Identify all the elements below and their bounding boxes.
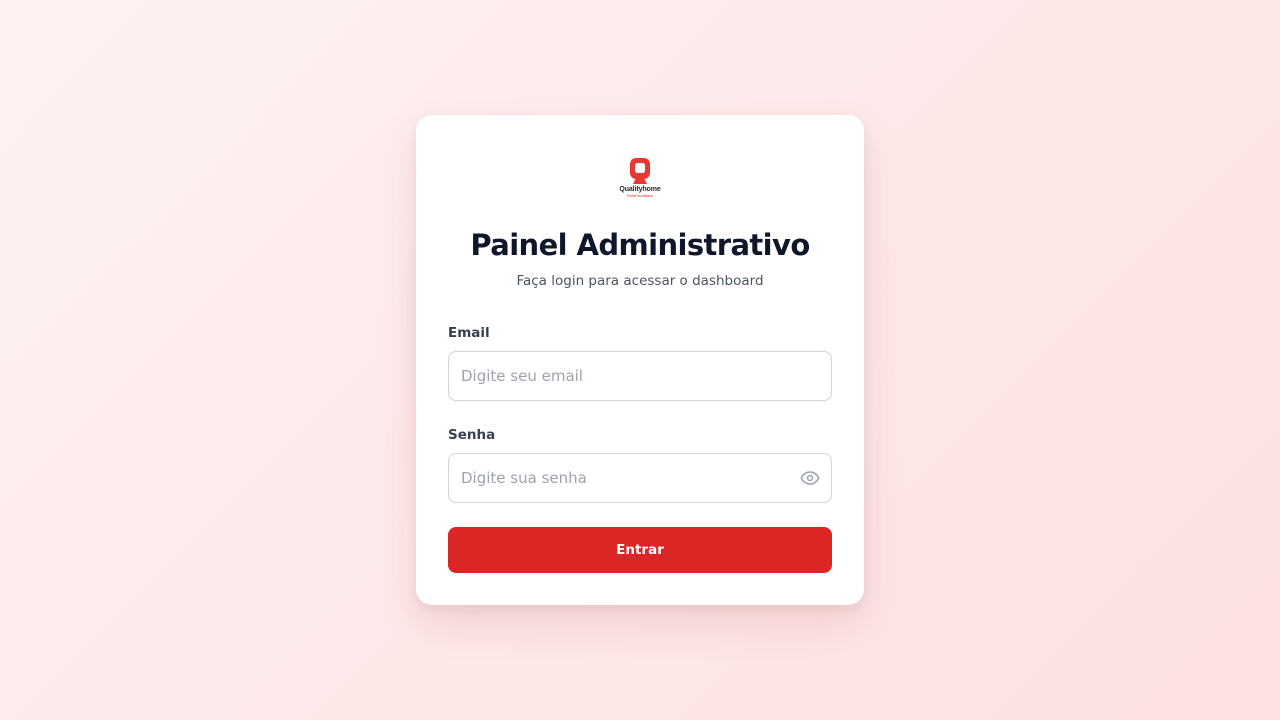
page-title: Painel Administrativo: [470, 228, 810, 262]
toggle-password-visibility-button[interactable]: [799, 467, 821, 489]
brand-tagline: Portal Imobiliário: [626, 194, 654, 198]
password-label: Senha: [448, 427, 496, 443]
brand-logo: Qualityhome Portal Imobiliário: [610, 157, 670, 201]
email-field-wrapper: [448, 351, 832, 401]
email-input[interactable]: [449, 352, 831, 400]
login-card: Qualityhome Portal Imobiliário Painel Ad…: [416, 115, 864, 605]
password-input[interactable]: [449, 454, 831, 502]
password-field-wrapper: [448, 453, 832, 503]
email-label: Email: [448, 325, 490, 341]
eye-icon: [800, 471, 820, 485]
page-subtitle: Faça login para acessar o dashboard: [516, 273, 764, 289]
q-logo-icon: [630, 158, 650, 184]
brand-name: Qualityhome: [619, 186, 661, 193]
login-submit-button[interactable]: Entrar: [448, 527, 832, 573]
